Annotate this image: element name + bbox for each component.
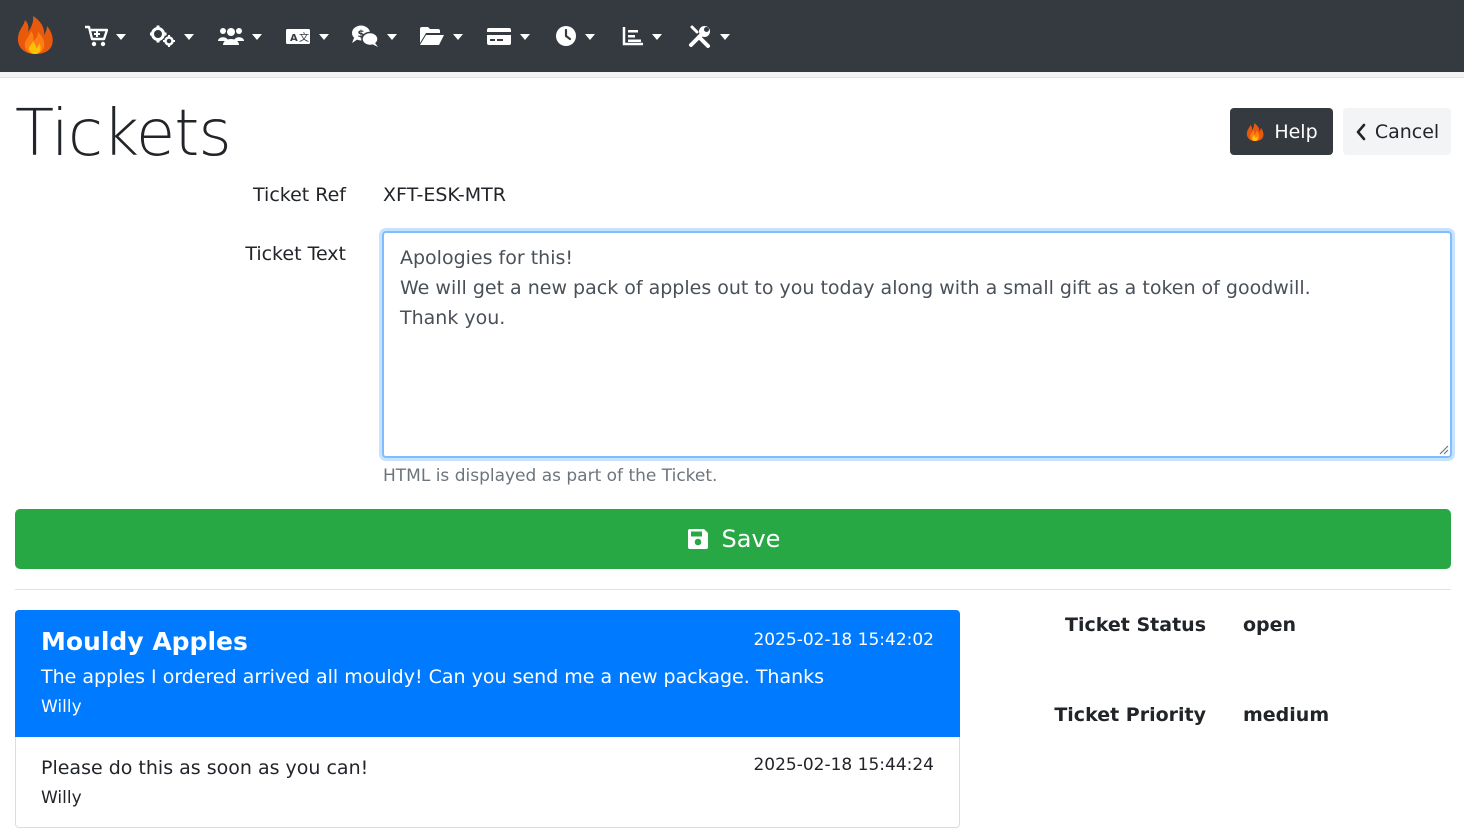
ticket-text-help: HTML is displayed as part of the Ticket. [383,466,718,486]
svg-text:$: $ [358,29,365,40]
folder-open-icon [420,27,444,45]
brand-logo[interactable] [14,14,56,56]
comments-dollar-icon: $ [352,25,379,47]
users-icon [218,28,244,45]
chevron-down-icon [585,34,595,40]
ticket-status-label: Ticket Status [1065,614,1206,636]
ticket-status-value: open [1243,614,1297,636]
reply-author: Willy [41,788,82,808]
nav-menu-language[interactable]: A 文 [285,18,329,54]
ticket-ref-value: XFT-ESK-MTR [383,184,506,206]
svg-text:A: A [290,33,298,44]
flame-logo-icon [17,16,53,54]
svg-text:文: 文 [299,31,309,44]
nav-menu-history[interactable] [555,18,595,54]
nav-menu-payments[interactable] [486,18,530,54]
clock-icon [556,26,576,46]
flame-icon [1247,122,1264,141]
help-button-label: Help [1274,120,1318,143]
page-title: Tickets [15,97,232,171]
reply-body: Please do this as soon as you can! [41,757,369,779]
ticket-text-input[interactable]: Apologies for this! We will get a new pa… [382,231,1452,458]
navbar-divider [0,72,1464,78]
help-button[interactable]: Help [1230,108,1333,155]
ticket-priority-value: medium [1243,704,1330,726]
save-button[interactable]: Save [15,509,1451,569]
ticket-text-label: Ticket Text [245,243,346,265]
chevron-down-icon [387,34,397,40]
chevron-left-icon [1356,123,1366,140]
chevron-down-icon [720,34,730,40]
cancel-button[interactable]: Cancel [1343,108,1451,155]
chevron-down-icon [116,34,126,40]
gears-icon [150,25,175,47]
save-icon [687,529,708,549]
chevron-down-icon [453,34,463,40]
chevron-down-icon [652,34,662,40]
credit-card-icon [487,28,511,45]
save-button-label: Save [721,525,781,553]
cancel-button-label: Cancel [1374,120,1440,143]
ticket-body: The apples I ordered arrived all mouldy!… [41,666,825,688]
nav-menu-users[interactable] [218,18,262,54]
chevron-down-icon [184,34,194,40]
ticket-reply-card: Please do this as soon as you can! 2025-… [15,737,960,828]
nav-menu-shop[interactable] [84,18,126,54]
ticket-message-card: Mouldy Apples 2025-02-18 15:42:02 The ap… [15,610,960,737]
top-navbar: A 文 $ [0,0,1464,72]
ticket-ref-label: Ticket Ref [253,184,346,206]
nav-menu-support[interactable]: $ [351,18,397,54]
chevron-down-icon [252,34,262,40]
ticket-author: Willy [41,697,82,717]
chevron-down-icon [319,34,329,40]
cart-icon [85,25,108,47]
section-divider [15,589,1451,590]
chart-icon [622,27,643,46]
ticket-priority-label: Ticket Priority [1054,704,1206,726]
ticket-title: Mouldy Apples [41,627,248,656]
chevron-down-icon [520,34,530,40]
language-icon: A 文 [286,29,310,44]
nav-menu-files[interactable] [419,18,463,54]
nav-menu-reports[interactable] [622,18,662,54]
resize-handle-icon[interactable] [1437,443,1449,455]
ticket-date: 2025-02-18 15:42:02 [753,630,934,650]
nav-menu-tools[interactable] [688,18,730,54]
nav-menu-settings[interactable] [150,18,194,54]
reply-date: 2025-02-18 15:44:24 [753,755,934,775]
tools-icon [689,25,710,48]
